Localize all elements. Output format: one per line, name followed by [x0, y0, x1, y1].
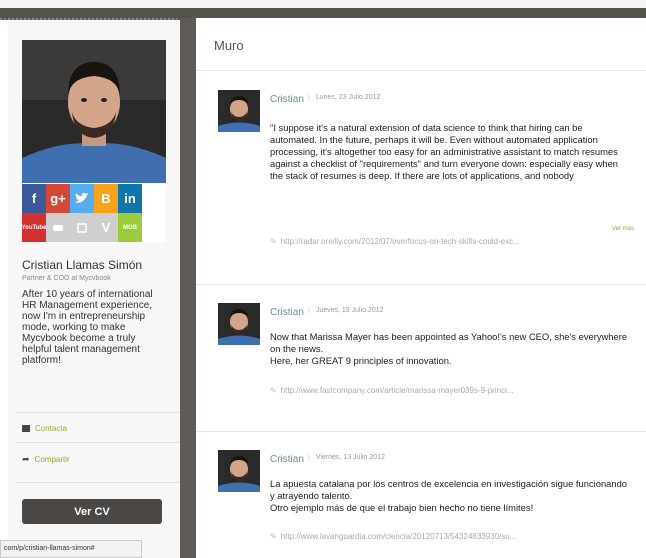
post-link[interactable]: ✎ http://radar.oreilly.com/2012/07/overfo…	[270, 237, 636, 246]
facebook-icon[interactable]: f	[22, 184, 46, 213]
contact-link-label: Contacta	[35, 424, 68, 433]
post-date: Lunes, 23 Julio 2012	[308, 94, 381, 101]
social-icons-grid: f g+ B in YouTube V MOB	[22, 184, 166, 242]
divider	[196, 284, 646, 285]
linkedin-icon[interactable]: in	[118, 184, 142, 213]
post-link[interactable]: ✎ http://www.fastcompany.com/article/mari…	[270, 386, 636, 395]
youtube-icon[interactable]: YouTube	[22, 213, 46, 242]
share-link-label: Compartir	[34, 455, 70, 464]
post-text: "I suppose it's a natural extension of d…	[270, 122, 618, 181]
top-bar	[0, 0, 646, 20]
mob-icon[interactable]: MOB	[118, 213, 142, 242]
blogger-icon[interactable]: B	[94, 184, 118, 213]
profile-role: Partner & COO at Mycvbook	[22, 275, 111, 282]
post-date: Jueves, 19 Julio 2012	[308, 307, 384, 314]
pencil-icon: ✎	[270, 237, 277, 246]
envelope-icon	[22, 425, 30, 432]
profile-sidebar: f g+ B in YouTube V MOB Cristian Llamas …	[8, 22, 180, 558]
post-author[interactable]: Cristian	[270, 307, 304, 318]
blank-cell	[142, 184, 166, 213]
share-link[interactable]: ➦ Compartir	[22, 454, 70, 465]
wall-panel: Muro Cristian Lunes, 23 Julio 2012 "I su…	[196, 18, 646, 558]
avatar[interactable]	[218, 303, 260, 345]
avatar[interactable]	[218, 450, 260, 492]
divider	[16, 442, 180, 443]
post-link-url: http://www.fastcompany.com/article/maris…	[280, 386, 514, 395]
post-link-url: http://radar.oreilly.com/2012/07/overfoc…	[280, 237, 520, 246]
share-icon: ➦	[22, 454, 30, 464]
view-cv-button[interactable]: Ver CV	[22, 499, 162, 524]
divider	[16, 412, 180, 413]
post-author[interactable]: Cristian	[270, 454, 304, 465]
post-text: Now that Marissa Mayer has been appointe…	[270, 331, 628, 366]
profile-bio: After 10 years of international HR Manag…	[22, 289, 153, 366]
blank-cell	[142, 213, 166, 242]
post-text: La apuesta catalana por los centros de e…	[270, 478, 628, 513]
profile-name: Cristian Llamas Simón	[22, 258, 143, 272]
column-divider	[180, 18, 196, 558]
post-link[interactable]: ✎ http://www.lavanguardia.com/ciencia/201…	[270, 532, 636, 541]
vimeo-icon[interactable]: V	[94, 213, 118, 242]
post-date: Viernes, 13 Julio 2012	[308, 454, 385, 461]
profile-photo	[22, 40, 166, 183]
gray-icon-2[interactable]	[70, 213, 94, 242]
page-title: Muro	[214, 38, 244, 53]
divider	[16, 482, 180, 483]
post-link-url: http://www.lavanguardia.com/ciencia/2012…	[280, 532, 517, 541]
pencil-icon: ✎	[270, 386, 277, 395]
twitter-icon[interactable]	[70, 184, 94, 213]
gray-icon-1[interactable]	[46, 213, 70, 242]
pencil-icon: ✎	[270, 532, 277, 541]
post-author[interactable]: Cristian	[270, 94, 304, 105]
browser-status-url: com/p/cristian-llamas-simon#	[0, 540, 142, 558]
read-more-link[interactable]: Ver más	[612, 226, 634, 232]
divider	[196, 431, 646, 432]
divider	[196, 70, 646, 71]
contact-link[interactable]: Contacta	[22, 424, 67, 433]
google-plus-icon[interactable]: g+	[46, 184, 70, 213]
avatar[interactable]	[218, 90, 260, 132]
